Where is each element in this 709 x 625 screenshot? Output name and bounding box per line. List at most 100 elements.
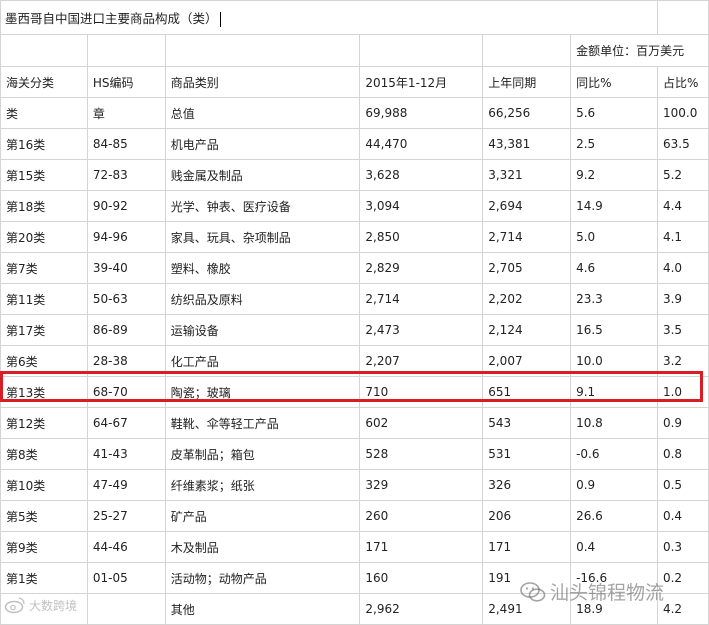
table-cell[interactable]: 171 — [482, 531, 572, 563]
table-cell[interactable]: 0.4 — [656, 500, 709, 532]
table-cell[interactable]: 第6类 — [0, 345, 88, 377]
unit-label[interactable]: 金额单位：百万美元 — [570, 34, 709, 67]
table-cell[interactable]: -16.6 — [570, 562, 658, 594]
header-cell[interactable]: HS编码 — [86, 66, 166, 98]
table-cell[interactable]: 5.2 — [656, 159, 709, 191]
table-cell[interactable]: 66,256 — [482, 97, 572, 129]
table-cell[interactable]: 2,714 — [359, 283, 484, 315]
table-cell[interactable]: 602 — [359, 407, 484, 439]
table-cell[interactable] — [0, 593, 88, 625]
header-cell[interactable]: 同比% — [570, 66, 658, 98]
table-cell[interactable]: 第10类 — [0, 469, 88, 501]
table-cell[interactable]: 68-70 — [86, 376, 166, 408]
table-cell[interactable]: 2,962 — [359, 593, 484, 625]
table-cell[interactable]: 28-38 — [86, 345, 166, 377]
table-cell[interactable]: 章 — [86, 97, 166, 129]
table-cell[interactable]: 鞋靴、伞等轻工产品 — [164, 407, 361, 439]
table-cell[interactable]: 0.9 — [656, 407, 709, 439]
empty-cell[interactable] — [656, 0, 709, 35]
table-cell[interactable]: 第16类 — [0, 128, 88, 160]
table-cell[interactable]: 69,988 — [359, 97, 484, 129]
table-title-cell[interactable]: 墨西哥自中国进口主要商品构成（类） — [0, 0, 658, 35]
table-cell[interactable]: 其他 — [164, 593, 361, 625]
table-cell[interactable]: 2,202 — [482, 283, 572, 315]
table-cell[interactable]: -0.6 — [570, 438, 658, 470]
empty-cell[interactable] — [0, 34, 88, 67]
table-cell[interactable]: 3,628 — [359, 159, 484, 191]
table-cell[interactable]: 2,829 — [359, 252, 484, 284]
table-cell[interactable]: 4.0 — [656, 252, 709, 284]
table-cell[interactable]: 14.9 — [570, 190, 658, 222]
table-cell[interactable]: 531 — [482, 438, 572, 470]
table-cell[interactable]: 纤维素浆；纸张 — [164, 469, 361, 501]
table-cell[interactable]: 23.3 — [570, 283, 658, 315]
table-cell[interactable]: 329 — [359, 469, 484, 501]
header-cell[interactable]: 商品类别 — [164, 66, 361, 98]
table-cell[interactable]: 总值 — [164, 97, 361, 129]
table-cell[interactable]: 0.9 — [570, 469, 658, 501]
table-cell[interactable]: 16.5 — [570, 314, 658, 346]
table-cell[interactable]: 2,473 — [359, 314, 484, 346]
table-cell[interactable]: 第15类 — [0, 159, 88, 191]
empty-cell[interactable] — [164, 34, 361, 67]
table-cell[interactable]: 90-92 — [86, 190, 166, 222]
table-cell[interactable]: 191 — [482, 562, 572, 594]
table-cell[interactable]: 43,381 — [482, 128, 572, 160]
table-cell[interactable]: 44-46 — [86, 531, 166, 563]
table-cell[interactable]: 2,124 — [482, 314, 572, 346]
table-cell[interactable]: 第9类 — [0, 531, 88, 563]
table-cell[interactable]: 9.2 — [570, 159, 658, 191]
table-cell[interactable]: 0.3 — [656, 531, 709, 563]
table-cell[interactable]: 3,321 — [482, 159, 572, 191]
table-cell[interactable]: 2,491 — [482, 593, 572, 625]
table-cell[interactable]: 1.0 — [656, 376, 709, 408]
table-cell[interactable]: 0.4 — [570, 531, 658, 563]
table-cell[interactable]: 206 — [482, 500, 572, 532]
table-cell[interactable]: 18.9 — [570, 593, 658, 625]
table-cell[interactable]: 41-43 — [86, 438, 166, 470]
table-cell[interactable]: 5.6 — [570, 97, 658, 129]
table-cell[interactable]: 39-40 — [86, 252, 166, 284]
table-cell[interactable]: 84-85 — [86, 128, 166, 160]
table-cell[interactable]: 第12类 — [0, 407, 88, 439]
table-cell[interactable]: 第20类 — [0, 221, 88, 253]
table-cell[interactable]: 3.2 — [656, 345, 709, 377]
table-cell[interactable]: 4.1 — [656, 221, 709, 253]
table-cell[interactable]: 543 — [482, 407, 572, 439]
table-cell[interactable]: 63.5 — [656, 128, 709, 160]
table-cell[interactable]: 3.5 — [656, 314, 709, 346]
header-cell[interactable]: 占比% — [656, 66, 709, 98]
table-cell[interactable]: 47-49 — [86, 469, 166, 501]
table-cell[interactable]: 塑料、橡胶 — [164, 252, 361, 284]
table-cell[interactable]: 86-89 — [86, 314, 166, 346]
header-cell[interactable]: 2015年1-12月 — [359, 66, 484, 98]
table-cell[interactable]: 4.2 — [656, 593, 709, 625]
table-cell[interactable]: 2,694 — [482, 190, 572, 222]
table-cell[interactable]: 160 — [359, 562, 484, 594]
table-cell[interactable]: 运输设备 — [164, 314, 361, 346]
table-cell[interactable] — [86, 593, 166, 625]
table-cell[interactable]: 2,007 — [482, 345, 572, 377]
table-cell[interactable]: 3,094 — [359, 190, 484, 222]
table-cell[interactable]: 第7类 — [0, 252, 88, 284]
empty-cell[interactable] — [482, 34, 572, 67]
table-cell[interactable]: 0.2 — [656, 562, 709, 594]
table-cell[interactable]: 第5类 — [0, 500, 88, 532]
table-cell[interactable]: 2.5 — [570, 128, 658, 160]
table-cell[interactable]: 化工产品 — [164, 345, 361, 377]
table-cell[interactable]: 光学、钟表、医疗设备 — [164, 190, 361, 222]
table-cell[interactable]: 陶瓷；玻璃 — [164, 376, 361, 408]
table-cell[interactable]: 家具、玩具、杂项制品 — [164, 221, 361, 253]
table-cell[interactable]: 100.0 — [656, 97, 709, 129]
table-cell[interactable]: 26.6 — [570, 500, 658, 532]
table-cell[interactable]: 72-83 — [86, 159, 166, 191]
table-cell[interactable]: 4.4 — [656, 190, 709, 222]
table-cell[interactable]: 木及制品 — [164, 531, 361, 563]
table-cell[interactable]: 01-05 — [86, 562, 166, 594]
empty-cell[interactable] — [86, 34, 166, 67]
table-cell[interactable]: 5.0 — [570, 221, 658, 253]
table-cell[interactable]: 10.0 — [570, 345, 658, 377]
header-cell[interactable]: 海关分类 — [0, 66, 88, 98]
table-cell[interactable]: 贱金属及制品 — [164, 159, 361, 191]
table-cell[interactable]: 第17类 — [0, 314, 88, 346]
